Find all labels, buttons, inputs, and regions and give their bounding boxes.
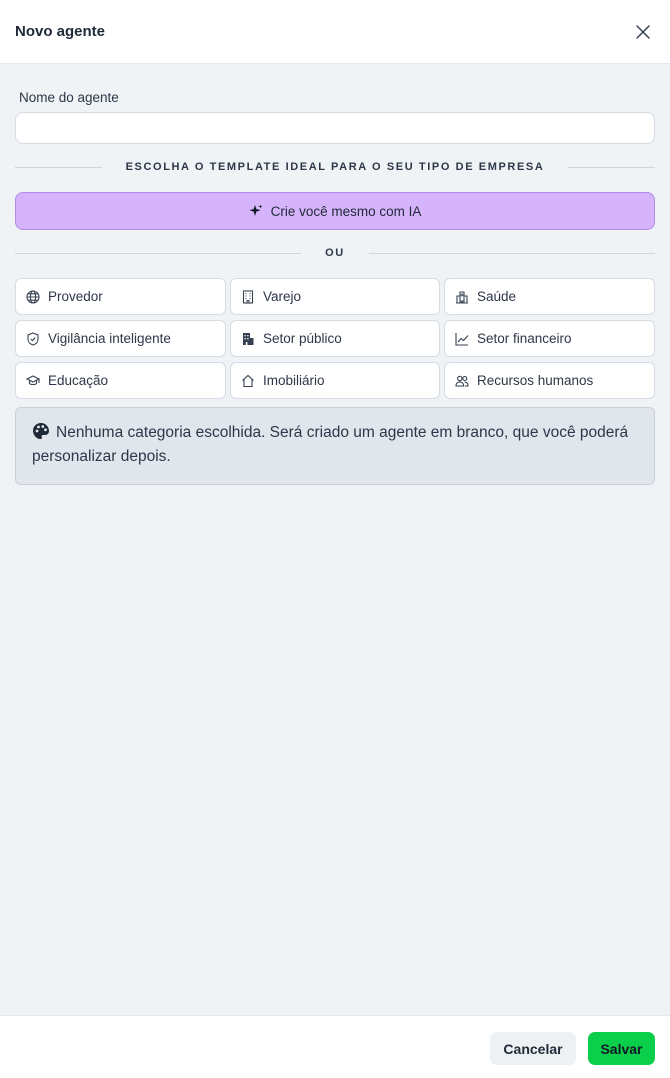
create-with-ai-button[interactable]: Crie você mesmo com IA: [15, 192, 655, 230]
category-provedor[interactable]: Provedor: [15, 278, 226, 315]
close-icon: [636, 24, 650, 39]
category-setor-publico[interactable]: Setor público: [230, 320, 440, 357]
category-label: Setor financeiro: [477, 331, 572, 346]
create-with-ai-label: Crie você mesmo com IA: [270, 203, 422, 219]
category-setor-financeiro[interactable]: Setor financeiro: [444, 320, 655, 357]
globe-icon: [26, 289, 40, 304]
info-text: Nenhuma categoria escolhida. Será criado…: [32, 424, 629, 465]
agent-name-label: Nome do agente: [19, 90, 119, 105]
category-label: Vigilância inteligente: [48, 331, 171, 346]
category-saude[interactable]: Saúde: [444, 278, 655, 315]
category-label: Saúde: [477, 289, 517, 304]
house-icon: [242, 374, 254, 387]
divider-line-left: [15, 166, 102, 168]
or-divider: OU: [15, 247, 656, 259]
category-label: Educação: [48, 373, 109, 388]
or-label: OU: [325, 247, 345, 259]
dialog-title: Novo agente: [15, 23, 106, 40]
category-label: Recursos humanos: [477, 373, 594, 388]
palette-icon: [33, 423, 49, 439]
category-vigilancia[interactable]: Vigilância inteligente: [15, 320, 226, 357]
no-category-info: Nenhuma categoria escolhida. Será criado…: [15, 407, 655, 485]
graduation-cap-icon: [26, 374, 40, 385]
sparkles-icon: [249, 204, 263, 216]
category-label: Provedor: [48, 289, 103, 304]
template-divider: ESCOLHA O TEMPLATE IDEAL PARA O SEU TIPO…: [15, 161, 656, 173]
shield-icon: [27, 331, 39, 346]
category-label: Imobiliário: [263, 373, 325, 388]
category-grid: Provedor Varejo Saúde Vigilância intelig…: [15, 278, 655, 399]
divider-line-left: [15, 252, 302, 254]
building-icon: [242, 289, 254, 304]
hospital-icon: [456, 290, 468, 304]
dialog-header: Novo agente: [0, 0, 670, 64]
divider-line-right: [568, 166, 656, 168]
category-imobiliario[interactable]: Imobiliário: [230, 362, 440, 399]
divider-line-right: [368, 252, 656, 254]
cancel-button[interactable]: Cancelar: [490, 1032, 576, 1065]
save-button[interactable]: Salvar: [588, 1032, 655, 1065]
government-building-icon: [243, 332, 254, 345]
agent-name-input[interactable]: [15, 112, 655, 144]
dialog-footer: Cancelar Salvar: [0, 1015, 670, 1078]
users-icon: [455, 375, 469, 387]
category-label: Varejo: [263, 289, 302, 304]
category-recursos-humanos[interactable]: Recursos humanos: [444, 362, 655, 399]
category-label: Setor público: [263, 331, 342, 346]
category-varejo[interactable]: Varejo: [230, 278, 440, 315]
template-heading: ESCOLHA O TEMPLATE IDEAL PARA O SEU TIPO…: [125, 161, 545, 173]
category-educacao[interactable]: Educação: [15, 362, 226, 399]
line-chart-icon: [455, 332, 469, 346]
close-button[interactable]: [633, 22, 653, 42]
